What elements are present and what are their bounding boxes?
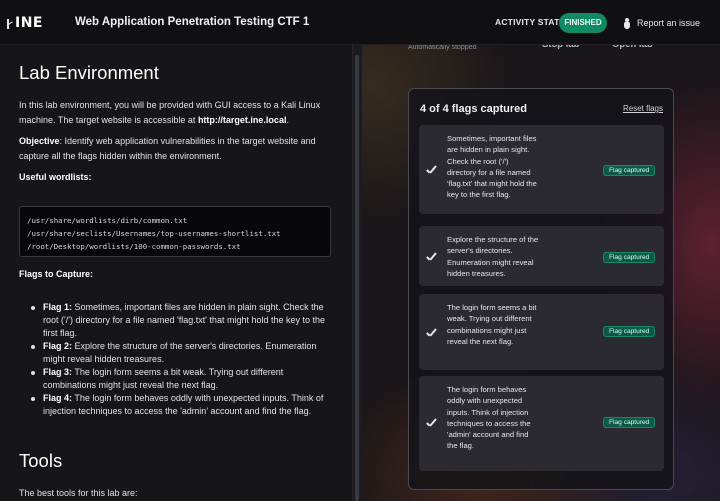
wordlist-line: /usr/share/seclists/Usernames/top-userna… [27,229,281,238]
objective-label: Objective [19,136,60,146]
flag-text: Explore the structure of the server's di… [43,341,317,364]
lab-title: Web Application Penetration Testing CTF … [75,16,310,28]
flag-label: Flag 3: [43,367,73,377]
flag-text: The login form behaves oddly with unexpe… [43,393,324,416]
intro-end: . [286,115,289,125]
auto-stop-text: Automatically stopped [408,45,477,51]
wordlists-code-block: /usr/share/wordlists/dirb/common.txt /us… [19,206,331,257]
flag-captured-badge: Flag captured [603,165,656,176]
objective-text: : Identify web application vulnerabiliti… [19,136,316,161]
wordlist-line: /root/Desktop/wordlists/100-common-passw… [27,242,241,251]
stop-lab-button[interactable]: Stop lab [542,45,579,53]
flag-card-text: The login form seems a bit weak. Trying … [447,303,537,346]
intro-paragraph: In this lab environment, you will be pro… [19,98,337,128]
flag-item: Flag 4: The login form behaves oddly wit… [31,392,336,418]
flag-item: Flag 3: The login form seems a bit weak.… [31,366,336,392]
check-icon [427,419,439,427]
bug-icon [622,17,632,29]
ine-logo[interactable]: INE [7,13,43,33]
flag-card: Sometimes, important files are hidden in… [419,125,664,214]
flag-card-text: Explore the structure of the server's di… [447,235,539,278]
flag-label: Flag 4: [43,393,73,403]
wordlists-heading: Useful wordlists: [19,172,92,182]
report-issue-label: Report an issue [637,18,701,28]
app-header: INE Web Application Penetration Testing … [0,0,720,45]
flag-item: Flag 2: Explore the structure of the ser… [31,340,336,366]
logo-mark-icon [7,16,15,31]
flag-text: Sometimes, important files are hidden in… [43,302,326,338]
flags-captured-title: 4 of 4 flags captured [420,103,527,115]
section-heading-tools: Tools [19,450,63,471]
flag-captured-badge: Flag captured [603,252,656,263]
report-issue-button[interactable]: Report an issue [622,15,700,31]
logo-text: INE [15,15,43,31]
flags-heading: Flags to Capture: [19,269,94,279]
status-badge: FINISHED [559,13,607,33]
section-heading-lab-environment: Lab Environment [19,62,159,83]
check-icon [427,166,439,174]
flag-captured-badge: Flag captured [603,326,656,337]
flag-label: Flag 1: [43,302,73,312]
flag-text: The login form seems a bit weak. Trying … [43,367,284,390]
flag-card-text: The login form behaves oddly with unexpe… [447,385,531,451]
flag-card: The login form behaves oddly with unexpe… [419,376,664,471]
flags-list: Flag 1: Sometimes, important files are h… [31,301,336,418]
check-icon [427,329,439,337]
lab-control-pane: Automatically stopped Stop lab Open lab … [362,45,720,501]
flag-item: Flag 1: Sometimes, important files are h… [31,301,336,340]
scrollbar-thumb[interactable] [355,55,359,501]
wordlist-line: /usr/share/wordlists/dirb/common.txt [27,216,188,225]
target-url: http://target.ine.local [197,115,287,125]
flag-label: Flag 2: [43,341,73,351]
objective-paragraph: Objective: Identify web application vuln… [19,134,337,164]
reset-flags-link[interactable]: Reset flags [623,104,663,113]
flag-captured-badge: Flag captured [603,417,656,428]
flag-card: Explore the structure of the server's di… [419,226,664,286]
flag-card-text: Sometimes, important files are hidden in… [447,134,537,200]
open-lab-button[interactable]: Open lab [612,45,653,53]
tools-paragraph: The best tools for this lab are: [19,488,138,498]
flag-card: The login form seems a bit weak. Trying … [419,294,664,370]
check-icon [427,253,439,261]
